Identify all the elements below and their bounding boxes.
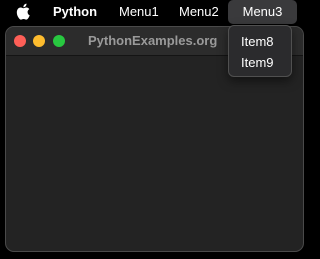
menu1[interactable]: Menu1 [119, 0, 159, 24]
window-title: PythonExamples.org [88, 33, 218, 48]
minimize-window-button[interactable] [33, 35, 45, 47]
menu2[interactable]: Menu2 [179, 0, 219, 24]
menu3[interactable]: Menu3 [228, 0, 297, 24]
app-name-menu[interactable]: Python [53, 0, 97, 24]
close-window-button[interactable] [14, 35, 26, 47]
menu-bar: Python Menu1 Menu2 Menu3 [0, 0, 310, 24]
apple-logo-icon[interactable] [16, 3, 30, 20]
menu3-dropdown: Item8 Item9 [228, 25, 292, 77]
dropdown-item-item8[interactable]: Item8 [241, 32, 274, 52]
maximize-window-button[interactable] [53, 35, 65, 47]
dropdown-item-item9[interactable]: Item9 [241, 53, 274, 73]
